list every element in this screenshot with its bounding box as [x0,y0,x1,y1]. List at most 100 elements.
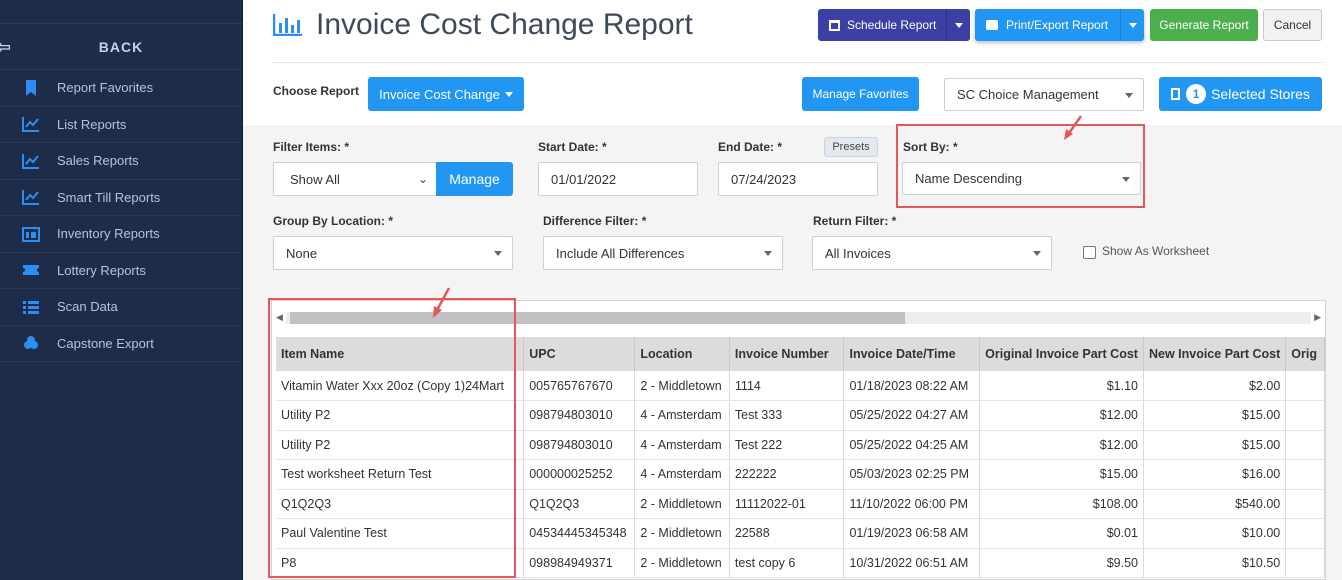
group-by-select[interactable]: None [273,236,513,270]
list-icon [22,299,40,315]
table-cell: 2 - Middletown [634,518,730,549]
difference-filter-value: Include All Differences [556,245,685,261]
table-cell: 4 - Amsterdam [634,400,730,431]
table-cell: $10.00 [1143,518,1287,549]
return-filter-label: Return Filter: * [813,214,897,228]
chevron-down-icon [504,91,513,97]
bookmark-icon [22,79,40,96]
table-cell: 05/03/2023 02:25 PM [843,459,981,490]
line-chart-icon [22,189,40,206]
sidebar-item-label: Smart Till Reports [57,189,161,205]
table-cell [1285,459,1325,490]
choose-report-dropdown[interactable]: Invoice Cost Change [368,77,524,111]
table-cell: Test 222 [729,430,845,460]
table-cell: $0.01 [979,518,1144,549]
table-cell: $16.00 [1143,459,1287,490]
group-by-label: Group By Location: * [273,214,393,228]
chevron-down-icon: ⌄ [417,172,428,186]
table-cell: 098984949371 [523,548,636,578]
table-cell [1285,518,1325,549]
sidebar-item-report-favorites[interactable]: Report Favorites [0,70,242,107]
table-cell [1285,400,1325,431]
table-cell: 01/18/2023 08:22 AM [843,371,981,401]
table-cell: 2 - Middletown [634,371,730,401]
column-header[interactable]: Orig [1285,337,1325,371]
table-cell [1285,430,1325,460]
group-by-value: None [286,245,318,261]
presets-button[interactable]: Presets [824,137,878,157]
return-filter-select[interactable]: All Invoices [812,236,1052,270]
choose-report-value: Invoice Cost Change [379,86,500,102]
table-cell: 05/25/2022 04:25 AM [843,430,981,460]
table-cell: $10.50 [1143,548,1287,578]
chevron-down-icon [764,251,772,256]
column-header[interactable]: Original Invoice Part Cost [979,337,1144,371]
line-chart-icon [22,153,40,169]
table-cell: $2.00 [1143,371,1287,401]
show-as-worksheet-checkbox[interactable] [1083,246,1096,259]
difference-filter-select[interactable]: Include All Differences [543,236,783,270]
table-cell: 11/10/2022 06:00 PM [843,489,981,519]
table-cell: 4 - Amsterdam [634,459,730,490]
print-dropdown-toggle[interactable] [1120,9,1144,41]
table-cell: 098794803010 [523,400,636,431]
table-cell: 04534445345348 [523,518,636,549]
sidebar-item-label: Scan Data [57,299,118,315]
table-cell: Q1Q2Q3 [523,489,636,519]
sidebar-item-list-reports[interactable]: List Reports [0,107,242,143]
back-button[interactable]: ⇦ BACK [0,24,242,70]
sidebar-item-sales-reports[interactable]: Sales Reports [0,143,242,180]
company-select[interactable]: SC Choice Management [944,78,1144,111]
chevron-down-icon [1033,251,1041,256]
table-cell: $12.00 [979,430,1144,460]
table-cell: 000000025252 [523,459,636,490]
main-content: Invoice Cost Change Report Schedule Repo… [243,0,1342,580]
calendar-icon [829,19,840,31]
manage-favorites-button[interactable]: Manage Favorites [802,77,919,111]
sidebar-item-capstone-export[interactable]: Capstone Export [0,326,242,362]
table-cell: 10/31/2022 06:51 AM [843,548,981,578]
manage-filter-button[interactable]: Manage [436,162,513,196]
back-arrow-icon: ⇦ [0,37,13,57]
column-header[interactable]: Invoice Number [729,337,845,371]
scroll-right-icon[interactable]: ▶ [1314,312,1321,323]
print-export-report-button[interactable]: Print/Export Report [975,9,1144,41]
column-header[interactable]: UPC [523,337,636,371]
cubes-icon [22,335,40,351]
sidebar-item-scan-data[interactable]: Scan Data [0,289,242,326]
table-cell: 11112022-01 [729,489,845,519]
table-cell: 1114 [729,371,845,401]
end-date-value: 07/24/2023 [731,171,797,187]
end-date-input[interactable]: 07/24/2023 [718,162,878,196]
generate-report-button[interactable]: Generate Report [1150,9,1258,41]
selected-stores-button[interactable]: 1 Selected Stores [1159,77,1322,111]
page-title: Invoice Cost Change Report [316,8,693,41]
selected-stores-label: Selected Stores [1211,86,1310,102]
sort-by-highlight-box [896,124,1145,208]
start-date-input[interactable]: 01/01/2022 [538,162,698,196]
column-header[interactable]: New Invoice Part Cost [1143,337,1287,371]
chevron-down-icon [1128,22,1137,28]
table-cell: 05/25/2022 04:27 AM [843,400,981,431]
table-cell: $9.50 [979,548,1144,578]
schedule-report-button[interactable]: Schedule Report [818,9,970,41]
sidebar-item-inventory-reports[interactable]: Inventory Reports [0,216,242,253]
column-header[interactable]: Invoice Date/Time [843,337,981,371]
table-cell: Test 333 [729,400,845,431]
sidebar-item-label: Inventory Reports [57,226,160,242]
column-header[interactable]: Location [634,337,730,371]
annotation-arrow-icon [1064,115,1083,140]
table-cell: $15.00 [979,459,1144,490]
annotation-arrow-icon [433,287,451,318]
sidebar-item-smart-till-reports[interactable]: Smart Till Reports [0,180,242,216]
sidebar-item-lottery-reports[interactable]: Lottery Reports [0,253,242,289]
filter-items-label: Filter Items: * [273,140,350,154]
ticket-icon [22,262,40,278]
schedule-dropdown-toggle[interactable] [946,9,970,41]
table-cell: 2 - Middletown [634,489,730,519]
bar-chart-icon [272,14,303,41]
filter-items-select[interactable]: Show All ⌄ [273,162,437,196]
table-cell: $12.00 [979,400,1144,431]
cancel-button[interactable]: Cancel [1263,9,1322,41]
sidebar-item-label: Lottery Reports [57,262,146,278]
